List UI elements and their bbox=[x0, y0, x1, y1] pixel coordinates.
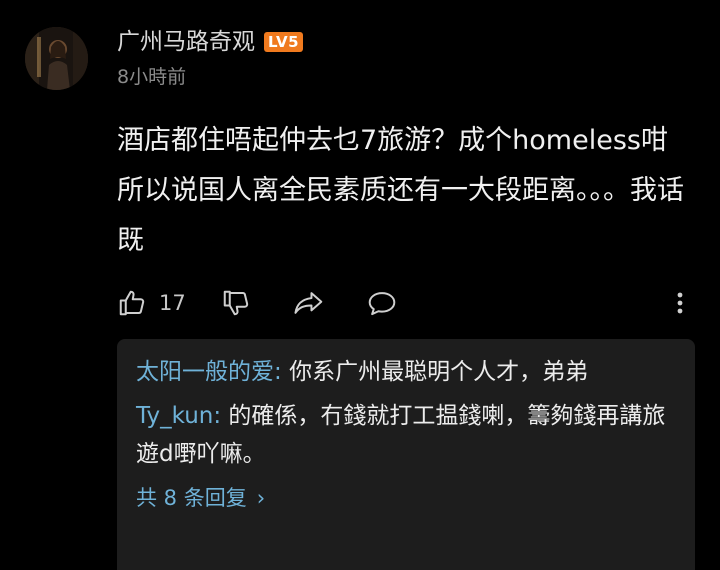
reply-author[interactable]: Ty_kun bbox=[136, 403, 213, 429]
level-badge: LV5 bbox=[264, 32, 304, 52]
share-button[interactable] bbox=[293, 285, 325, 321]
reply-text: 你系广州最聪明个人才，弟弟 bbox=[289, 359, 589, 385]
thumbs-down-icon bbox=[223, 290, 249, 316]
reply-button[interactable] bbox=[366, 285, 398, 321]
chevron-right-icon: › bbox=[256, 486, 266, 510]
like-count: 17 bbox=[159, 291, 186, 315]
view-all-replies-link[interactable]: 共 8 条回复 › bbox=[136, 483, 675, 513]
more-options-button[interactable] bbox=[668, 285, 692, 321]
comment-text: 酒店都住唔起仲去乜7旅游？成个homeless咁 所以说国人离全民素质还有一大段… bbox=[117, 125, 684, 256]
more-vertical-icon bbox=[677, 292, 683, 314]
replies-panel[interactable]: 太阳一般的爱: 你系广州最聪明个人才，弟弟 Ty_kun: 的確係，冇錢就打工揾… bbox=[117, 339, 695, 570]
reply-separator: : bbox=[274, 359, 290, 385]
author-name[interactable]: 广州马路奇观 bbox=[117, 26, 255, 58]
reply-item[interactable]: 太阳一般的爱: 你系广州最聪明个人才，弟弟 bbox=[136, 353, 675, 391]
action-bar: 17 bbox=[117, 285, 697, 321]
timestamp: 8小時前 bbox=[117, 66, 187, 88]
comment-bubble-icon bbox=[368, 292, 396, 316]
like-button[interactable]: 17 bbox=[117, 285, 186, 321]
reply-author[interactable]: 太阳一般的爱 bbox=[136, 359, 274, 385]
avatar[interactable] bbox=[25, 27, 88, 90]
comment-screen: 广州马路奇观 LV5 8小時前 酒店都住唔起仲去乜7旅游？成个homeless咁… bbox=[0, 0, 720, 570]
dislike-button[interactable] bbox=[221, 285, 251, 321]
reply-separator: : bbox=[213, 403, 229, 429]
thumbs-up-icon bbox=[119, 290, 145, 316]
share-icon bbox=[294, 292, 323, 314]
author-row: 广州马路奇观 LV5 bbox=[117, 26, 304, 58]
avatar-photo bbox=[25, 27, 88, 90]
view-all-replies-label: 共 8 条回复 bbox=[136, 486, 247, 510]
reply-item[interactable]: Ty_kun: 的確係，冇錢就打工揾錢喇，籌夠錢再講旅遊d嘢吖嘛。 bbox=[136, 397, 675, 473]
